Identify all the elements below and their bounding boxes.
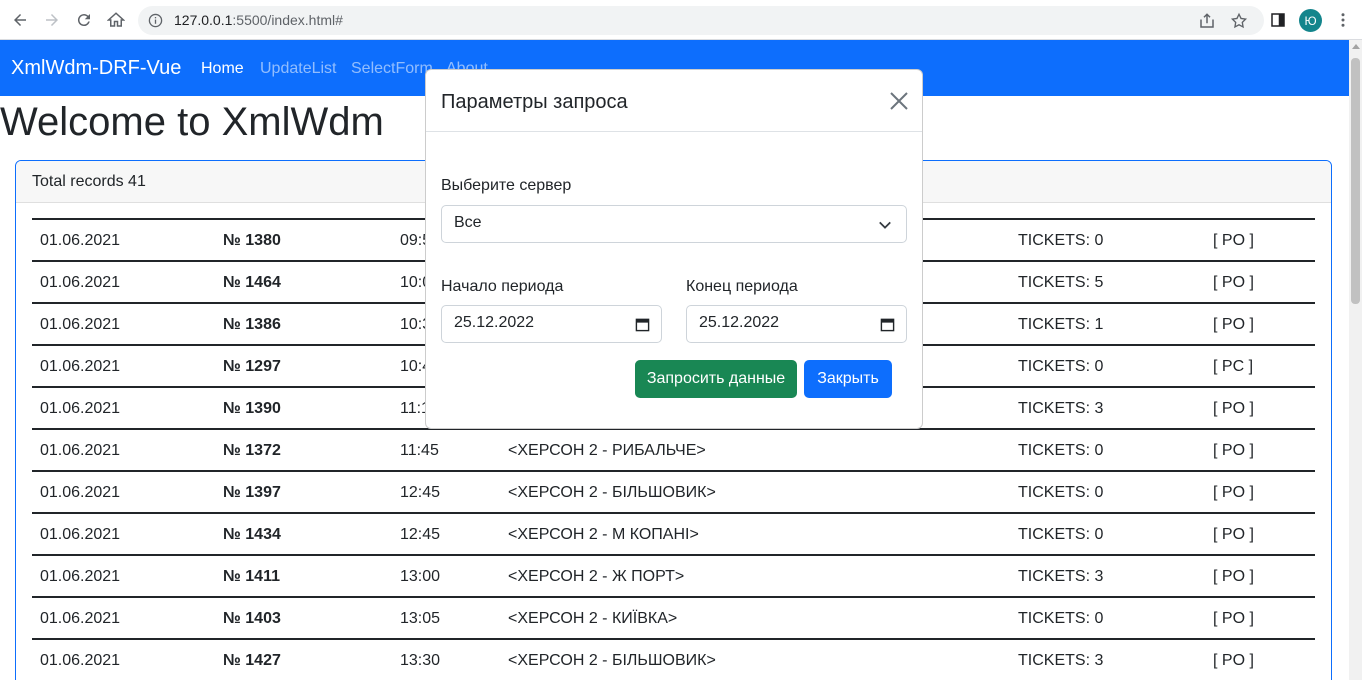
share-icon[interactable]	[1198, 12, 1216, 30]
home-icon	[107, 12, 125, 27]
start-date-input[interactable]: 25.12.2022	[441, 305, 662, 343]
server-select[interactable]: Все	[441, 205, 907, 243]
browser-toolbar: 127.0.0.1:5500/index.html# Ю	[0, 0, 1362, 40]
end-period-label: Конец периода	[686, 278, 798, 295]
side-panel-icon	[1271, 13, 1285, 27]
bookmark-star-icon[interactable]	[1230, 12, 1248, 30]
reload-icon	[77, 14, 90, 27]
scrollbar-thumb[interactable]	[1351, 58, 1360, 304]
modal-header: Параметры запроса	[426, 70, 922, 132]
reload-button[interactable]	[72, 8, 96, 32]
start-period-label: Начало периода	[441, 278, 564, 295]
address-bar[interactable]: 127.0.0.1:5500/index.html#	[138, 6, 1264, 35]
back-arrow-icon	[14, 14, 26, 26]
end-date-value: 25.12.2022	[699, 314, 780, 331]
scroll-up-arrow-icon[interactable]	[1352, 44, 1360, 49]
browser-menu-button[interactable]	[1331, 8, 1355, 32]
close-button[interactable]: Закрыть	[804, 360, 892, 398]
page-scrollbar[interactable]	[1349, 40, 1362, 680]
calendar-icon[interactable]	[635, 317, 650, 332]
forward-arrow-icon	[46, 14, 58, 26]
modal-title: Параметры запроса	[441, 91, 628, 113]
url-text: 127.0.0.1:5500/index.html#	[174, 12, 343, 28]
request-data-button[interactable]: Запросить данные	[635, 360, 797, 398]
chevron-down-icon	[879, 221, 891, 229]
info-icon[interactable]	[148, 13, 163, 28]
server-label: Выберите сервер	[441, 177, 572, 194]
forward-button[interactable]	[40, 8, 64, 32]
kebab-menu-icon	[1341, 13, 1345, 27]
home-button[interactable]	[104, 8, 128, 32]
profile-avatar[interactable]: Ю	[1299, 9, 1322, 32]
side-panel-button[interactable]	[1266, 8, 1290, 32]
end-date-input[interactable]: 25.12.2022	[686, 305, 907, 343]
start-date-value: 25.12.2022	[454, 314, 535, 331]
close-icon[interactable]	[888, 90, 910, 112]
server-select-value: Все	[454, 214, 482, 231]
calendar-icon[interactable]	[880, 317, 895, 332]
query-params-modal: Параметры запроса Выберите сервер Все На…	[425, 69, 923, 429]
back-button[interactable]	[8, 8, 32, 32]
